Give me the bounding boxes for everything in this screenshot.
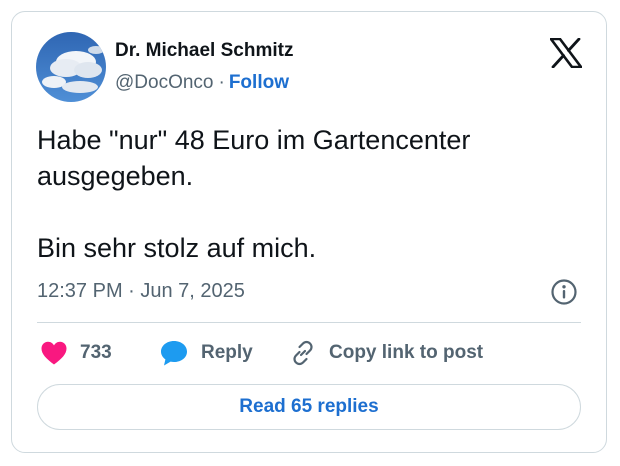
info-icon[interactable] (550, 278, 578, 306)
follow-link[interactable]: Follow (229, 72, 289, 93)
reply-button[interactable]: Reply (159, 338, 253, 368)
copy-link-label: Copy link to post (329, 342, 484, 363)
like-count: 733 (80, 342, 112, 363)
speech-bubble-icon (159, 339, 201, 367)
author-name[interactable]: Dr. Michael Schmitz (115, 40, 293, 62)
heart-icon (40, 340, 80, 366)
x-logo-icon[interactable] (549, 37, 583, 69)
avatar[interactable] (36, 32, 106, 102)
post-text: Habe "nur" 48 Euro im Gartencenter ausge… (37, 122, 577, 266)
like-button[interactable]: 733 (40, 338, 112, 368)
divider (37, 322, 581, 323)
link-icon (289, 339, 329, 367)
separator-dot: · (218, 72, 225, 93)
author-meta: @DocOnco · Follow (115, 72, 289, 94)
author-handle[interactable]: @DocOnco (115, 72, 214, 93)
post-paragraph: Bin sehr stolz auf mich. (37, 233, 317, 263)
embedded-post-card: Dr. Michael Schmitz @DocOnco · Follow Habe… (11, 11, 607, 453)
post-timestamp[interactable]: 12:37 PM · Jun 7, 2025 (37, 280, 245, 303)
post-paragraph: Habe "nur" 48 Euro im Gartencenter ausge… (37, 125, 471, 191)
copy-link-button[interactable]: Copy link to post (289, 338, 483, 368)
read-replies-button[interactable]: Read 65 replies (37, 384, 581, 430)
read-replies-label: Read 65 replies (239, 396, 379, 417)
reply-label: Reply (201, 342, 253, 363)
